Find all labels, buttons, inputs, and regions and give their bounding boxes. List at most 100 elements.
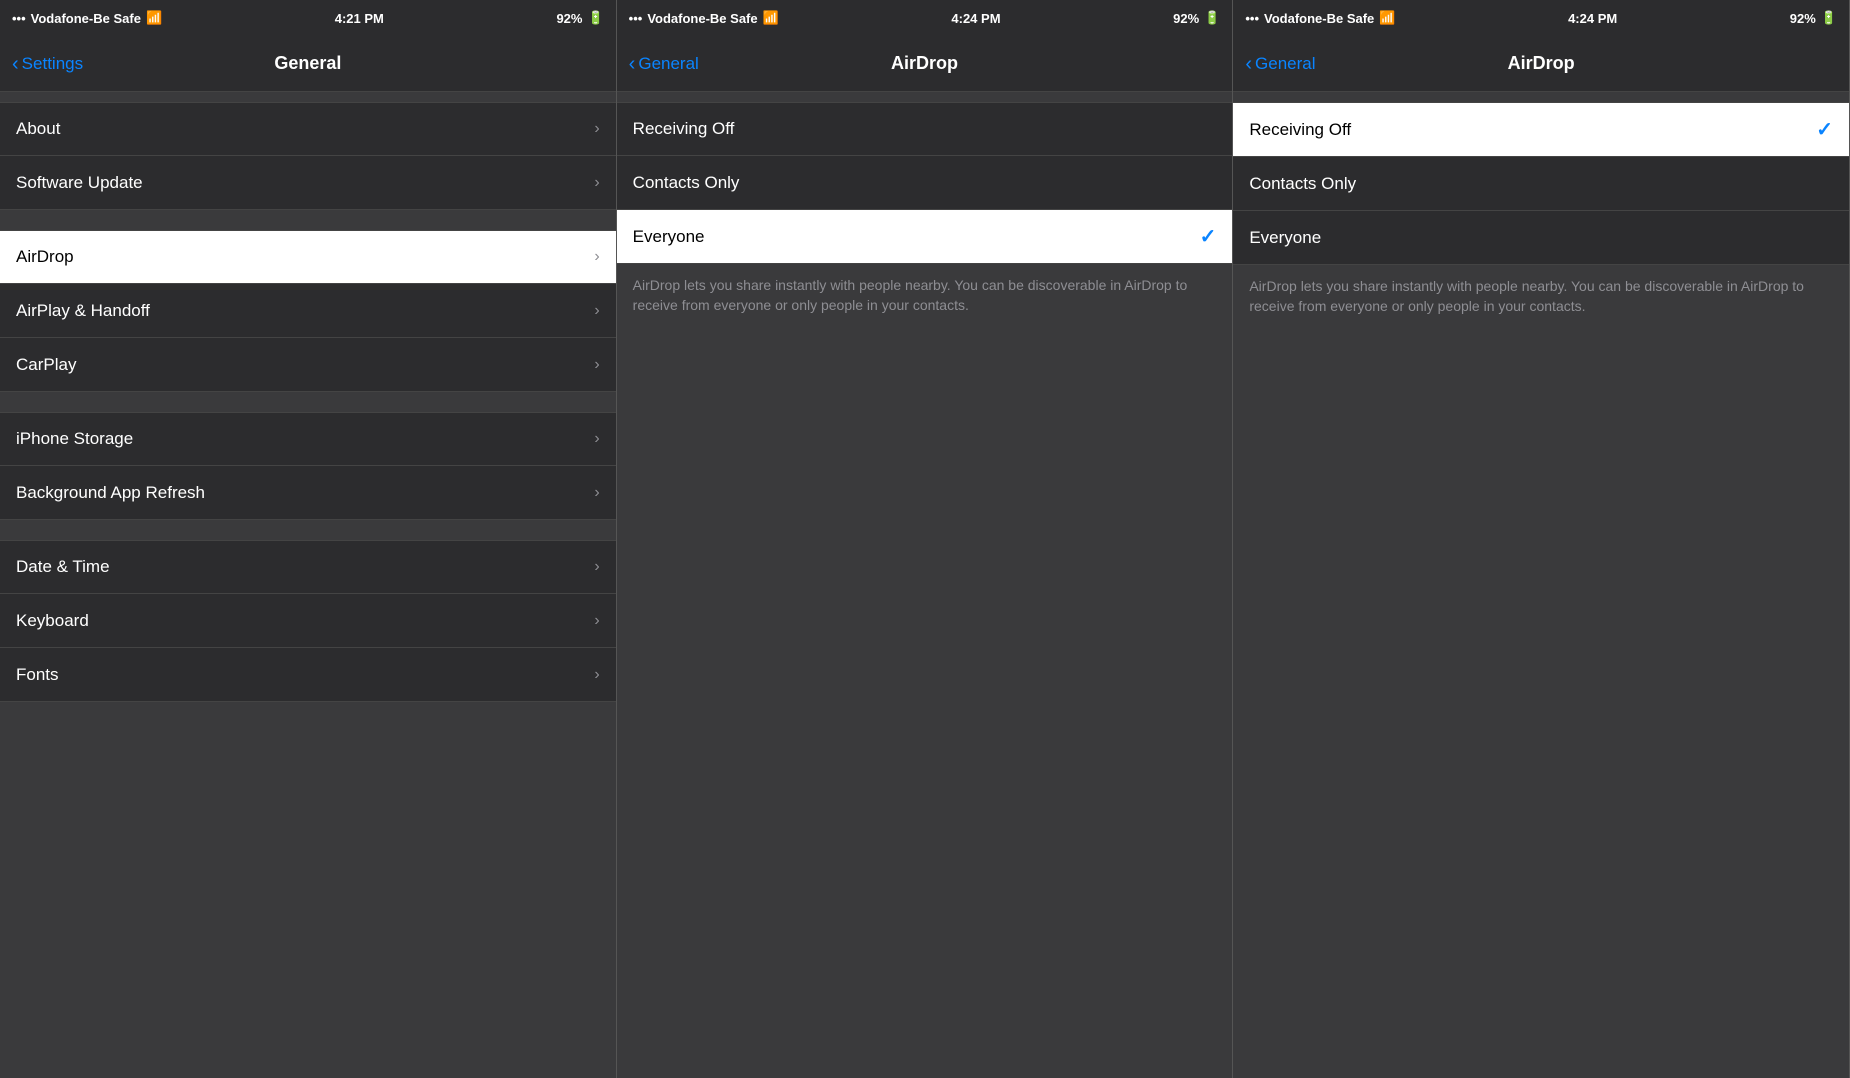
list-item-airplay-handoff[interactable]: AirPlay & Handoff › <box>0 284 616 338</box>
nav-bar-2: ‹ General AirDrop <box>617 36 1233 92</box>
battery-label-1: 92% <box>556 11 582 26</box>
section-1: About › Software Update › <box>0 102 616 210</box>
carrier-label-3: Vodafone-Be Safe <box>1264 11 1374 26</box>
option-everyone[interactable]: Everyone ✓ <box>617 210 1233 264</box>
list-item-iphone-storage[interactable]: iPhone Storage › <box>0 412 616 466</box>
signal-icon-1: ••• <box>12 11 26 26</box>
list-item-bg-app-refresh[interactable]: Background App Refresh › <box>0 466 616 520</box>
bg-app-refresh-chevron-icon: › <box>594 484 599 502</box>
battery-label-3: 92% <box>1790 11 1816 26</box>
option-everyone-2[interactable]: Everyone <box>1233 211 1849 265</box>
back-label-1: Settings <box>22 54 83 74</box>
section-3: iPhone Storage › Background App Refresh … <box>0 412 616 520</box>
content-airdrop-receiving-off: Receiving Off ✓ Contacts Only Everyone A… <box>1233 92 1849 1078</box>
signal-icon-2: ••• <box>629 11 643 26</box>
nav-bar-1: ‹ Settings General <box>0 36 616 92</box>
status-bar-left-3: ••• Vodafone-Be Safe 📶 <box>1245 10 1395 26</box>
back-label-3: General <box>1255 54 1315 74</box>
receiving-off-label-2: Receiving Off <box>1249 120 1351 140</box>
wifi-icon-2: 📶 <box>763 10 779 26</box>
nav-bar-3: ‹ General AirDrop <box>1233 36 1849 92</box>
software-update-label: Software Update <box>16 173 143 193</box>
time-label-3: 4:24 PM <box>1568 11 1617 26</box>
airdrop-description-block: AirDrop lets you share instantly with pe… <box>617 264 1233 327</box>
back-button-1[interactable]: ‹ Settings <box>12 54 83 74</box>
back-label-2: General <box>638 54 698 74</box>
status-bar-left-2: ••• Vodafone-Be Safe 📶 <box>629 10 779 26</box>
back-button-2[interactable]: ‹ General <box>629 54 699 74</box>
carplay-label: CarPlay <box>16 355 76 375</box>
option-receiving-off-2[interactable]: Receiving Off ✓ <box>1233 102 1849 157</box>
panel-airdrop-everyone: ••• Vodafone-Be Safe 📶 4:24 PM 92% 🔋 ‹ G… <box>617 0 1234 1078</box>
contacts-only-label: Contacts Only <box>633 173 740 193</box>
carplay-chevron-icon: › <box>594 356 599 374</box>
content-general: About › Software Update › AirDrop › AirP… <box>0 92 616 1078</box>
status-bar-right-3: 92% 🔋 <box>1790 10 1837 26</box>
about-label: About <box>16 119 60 139</box>
date-time-label: Date & Time <box>16 557 110 577</box>
list-item-date-time[interactable]: Date & Time › <box>0 540 616 594</box>
battery-icon-2: 🔋 <box>1204 10 1220 26</box>
section-4: Date & Time › Keyboard › Fonts › <box>0 540 616 702</box>
option-contacts-only[interactable]: Contacts Only <box>617 156 1233 210</box>
fonts-label: Fonts <box>16 665 59 685</box>
airdrop-chevron-icon: › <box>594 248 599 266</box>
back-chevron-icon-3: ‹ <box>1245 54 1252 74</box>
airdrop-options-section-2: Receiving Off ✓ Contacts Only Everyone <box>1233 102 1849 265</box>
iphone-storage-label: iPhone Storage <box>16 429 133 449</box>
carrier-label-1: Vodafone-Be Safe <box>31 11 141 26</box>
contacts-only-label-2: Contacts Only <box>1249 174 1356 194</box>
keyboard-chevron-icon: › <box>594 612 599 630</box>
bg-app-refresh-label: Background App Refresh <box>16 483 205 503</box>
status-bar-2: ••• Vodafone-Be Safe 📶 4:24 PM 92% 🔋 <box>617 0 1233 36</box>
about-chevron-icon: › <box>594 120 599 138</box>
signal-icon-3: ••• <box>1245 11 1259 26</box>
nav-title-3: AirDrop <box>1508 53 1575 74</box>
panel-airdrop-receiving-off: ••• Vodafone-Be Safe 📶 4:24 PM 92% 🔋 ‹ G… <box>1233 0 1850 1078</box>
airplay-handoff-label: AirPlay & Handoff <box>16 301 150 321</box>
wifi-icon-3: 📶 <box>1379 10 1395 26</box>
time-label-1: 4:21 PM <box>335 11 384 26</box>
status-bar-right-2: 92% 🔋 <box>1173 10 1220 26</box>
fonts-chevron-icon: › <box>594 666 599 684</box>
status-bar-3: ••• Vodafone-Be Safe 📶 4:24 PM 92% 🔋 <box>1233 0 1849 36</box>
list-item-airdrop[interactable]: AirDrop › <box>0 230 616 284</box>
content-airdrop-everyone: Receiving Off Contacts Only Everyone ✓ A… <box>617 92 1233 1078</box>
airplay-handoff-chevron-icon: › <box>594 302 599 320</box>
nav-title-2: AirDrop <box>891 53 958 74</box>
software-update-chevron-icon: › <box>594 174 599 192</box>
status-bar-right-1: 92% 🔋 <box>556 10 603 26</box>
list-item-keyboard[interactable]: Keyboard › <box>0 594 616 648</box>
carrier-label-2: Vodafone-Be Safe <box>647 11 757 26</box>
back-chevron-icon-1: ‹ <box>12 54 19 74</box>
everyone-label: Everyone <box>633 227 705 247</box>
everyone-label-2: Everyone <box>1249 228 1321 248</box>
airdrop-description-block-2: AirDrop lets you share instantly with pe… <box>1233 265 1849 328</box>
list-item-carplay[interactable]: CarPlay › <box>0 338 616 392</box>
back-chevron-icon-2: ‹ <box>629 54 636 74</box>
panel-general: ••• Vodafone-Be Safe 📶 4:21 PM 92% 🔋 ‹ S… <box>0 0 617 1078</box>
list-item-fonts[interactable]: Fonts › <box>0 648 616 702</box>
airdrop-description-text-2: AirDrop lets you share instantly with pe… <box>1249 277 1833 316</box>
airdrop-label: AirDrop <box>16 247 74 267</box>
status-bar-left-1: ••• Vodafone-Be Safe 📶 <box>12 10 162 26</box>
wifi-icon-1: 📶 <box>146 10 162 26</box>
nav-title-1: General <box>274 53 341 74</box>
iphone-storage-chevron-icon: › <box>594 430 599 448</box>
receiving-off-checkmark-icon: ✓ <box>1816 117 1833 142</box>
time-label-2: 4:24 PM <box>951 11 1000 26</box>
keyboard-label: Keyboard <box>16 611 89 631</box>
date-time-chevron-icon: › <box>594 558 599 576</box>
list-item-about[interactable]: About › <box>0 102 616 156</box>
airdrop-options-section: Receiving Off Contacts Only Everyone ✓ <box>617 102 1233 264</box>
battery-icon-1: 🔋 <box>587 10 603 26</box>
back-button-3[interactable]: ‹ General <box>1245 54 1315 74</box>
section-2: AirDrop › AirPlay & Handoff › CarPlay › <box>0 230 616 392</box>
battery-icon-3: 🔋 <box>1821 10 1837 26</box>
battery-label-2: 92% <box>1173 11 1199 26</box>
airdrop-description-text: AirDrop lets you share instantly with pe… <box>633 276 1217 315</box>
option-contacts-only-2[interactable]: Contacts Only <box>1233 157 1849 211</box>
option-receiving-off[interactable]: Receiving Off <box>617 102 1233 156</box>
receiving-off-label: Receiving Off <box>633 119 735 139</box>
list-item-software-update[interactable]: Software Update › <box>0 156 616 210</box>
